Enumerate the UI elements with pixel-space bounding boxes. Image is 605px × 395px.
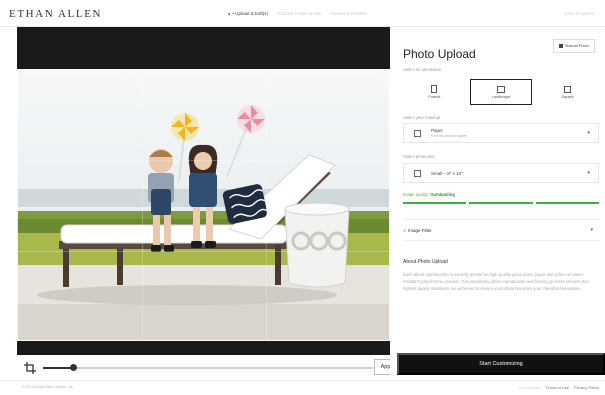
crop-icon[interactable] [24, 362, 36, 374]
material-value: Paper [431, 128, 444, 133]
about-body: Each photo reproduction is expertly prin… [403, 272, 589, 291]
orientation-portrait[interactable]: Portrait [403, 79, 466, 105]
quality-value: Outstanding [430, 192, 455, 197]
quality-segment [403, 202, 467, 204]
photo-editor-stage [17, 27, 390, 355]
material-subtext: Fine art archival paper [431, 134, 467, 138]
crop-grid-line [142, 70, 143, 340]
image-filter-text: Image Filter [408, 228, 432, 233]
start-customizing-button[interactable]: Start Customizing [397, 353, 605, 375]
zoom-slider[interactable] [43, 364, 373, 371]
crop-grid-line [266, 70, 267, 340]
orientation-options: Portrait Landscape Square [403, 79, 599, 105]
manual-photo-label: Manual Photo [565, 44, 589, 48]
top-header: ETHAN ALLEN • Upload & Edit(s) Choose Fr… [0, 0, 605, 27]
editor-controls: Apply [17, 355, 401, 380]
quality-segment [535, 202, 599, 204]
chevron-down-icon: ▾ [587, 130, 590, 136]
chevron-down-icon: ▾ [590, 227, 593, 233]
zoom-slider-fill [43, 367, 73, 369]
terms-link[interactable]: Terms of Use [546, 385, 570, 390]
quality-meter [403, 202, 599, 204]
material-label: Select your material [403, 115, 441, 120]
material-dropdown[interactable]: Paper Fine art archival paper ▾ [403, 123, 599, 143]
paper-icon [414, 130, 421, 137]
image-filter-label: ✓ Image Filter [403, 228, 432, 233]
accessibility-link[interactable]: Accessibility [519, 385, 541, 390]
progress-steps: • Upload & Edit(s) Choose Frame & Mat Re… [228, 11, 367, 16]
save-progress-link[interactable]: Save Progress [564, 11, 594, 16]
orientation-label: Select an orientation [403, 67, 442, 72]
orientation-label-text: Square [561, 94, 574, 99]
footer-links: Accessibility Terms of Use Privacy Polic… [519, 385, 599, 390]
image-quality: Image quality: Outstanding [403, 192, 455, 197]
square-icon [564, 85, 572, 93]
document-icon [559, 44, 564, 48]
copyright-text: ©2021 Ethan Allen Global, Inc. [22, 385, 74, 389]
step-frame-mat[interactable]: Choose Frame & Mat [278, 11, 321, 16]
size-label: Select photo size [403, 154, 435, 159]
quality-label: Image quality: [403, 192, 431, 197]
crop-frame[interactable] [17, 69, 390, 341]
brand-logo[interactable]: ETHAN ALLEN [9, 8, 102, 20]
orientation-landscape[interactable]: Landscape [469, 79, 533, 105]
privacy-link[interactable]: Privacy Policy [574, 385, 599, 390]
size-value: Small – 8" x 10" [431, 171, 463, 176]
uploaded-photo[interactable] [17, 69, 390, 341]
landscape-icon [497, 85, 505, 93]
chevron-down-icon: ▾ [587, 170, 590, 176]
image-filter-accordion[interactable]: ✓ Image Filter ▾ [403, 219, 599, 241]
frame-size-icon [414, 170, 421, 177]
quality-segment [469, 202, 533, 204]
size-dropdown[interactable]: Small – 8" x 10" ▾ [403, 163, 599, 183]
zoom-slider-thumb[interactable] [69, 364, 77, 371]
crop-grid-line [18, 251, 389, 252]
step-upload-edit[interactable]: • Upload & Edit(s) [228, 11, 268, 16]
orientation-square[interactable]: Square [536, 79, 599, 105]
step-review[interactable]: Review & Preview [331, 11, 367, 16]
crop-grid-line [18, 160, 389, 161]
portrait-icon [431, 85, 438, 93]
options-panel: Photo Upload Manual Photo Select an orie… [390, 27, 605, 380]
footer: ©2021 Ethan Allen Global, Inc. Accessibi… [0, 380, 605, 395]
manual-photo-button[interactable]: Manual Photo [553, 39, 595, 53]
about-title: About Photo Upload [403, 259, 448, 265]
orientation-label-text: Portrait [428, 95, 441, 99]
panel-title: Photo Upload [403, 47, 476, 61]
orientation-label-text: Landscape [491, 94, 511, 99]
